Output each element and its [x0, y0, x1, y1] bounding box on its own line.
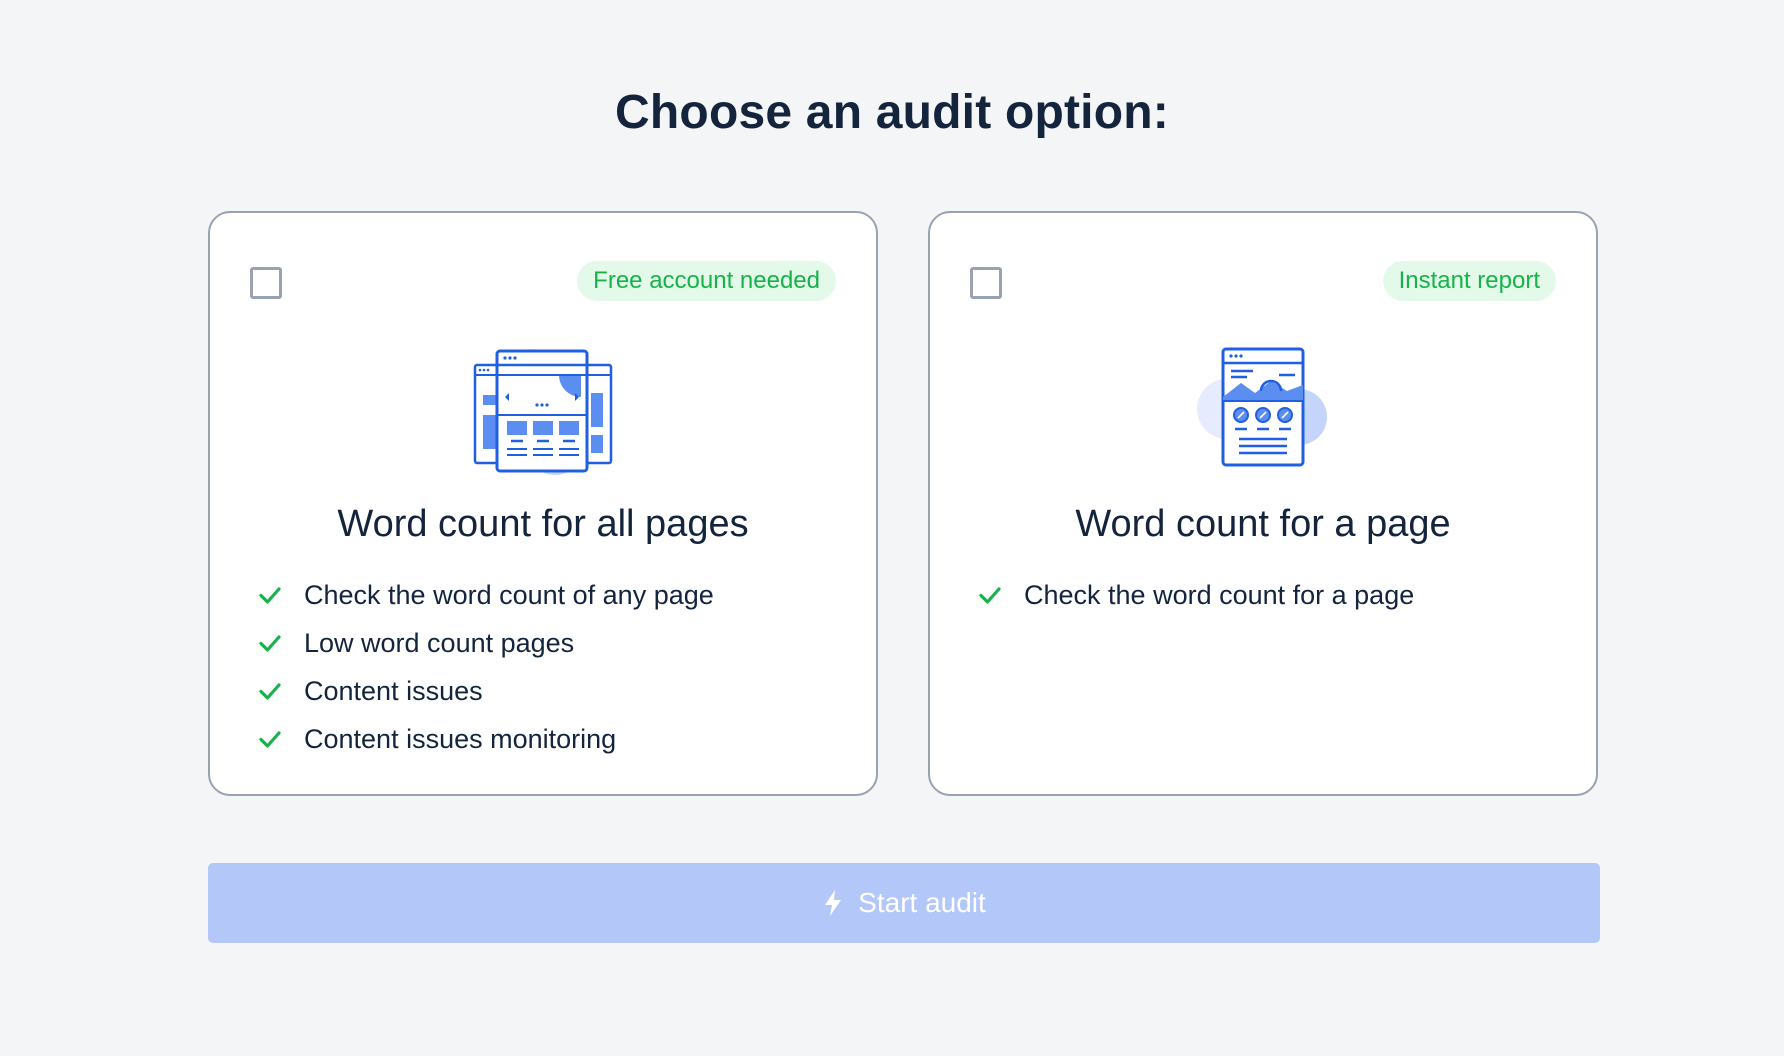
single-page-icon	[1197, 347, 1327, 467]
checkmark-icon	[259, 587, 281, 604]
badge-instant-report: Instant report	[1382, 261, 1556, 301]
feature-label: Check the word count for a page	[1024, 579, 1415, 610]
feature-label: Check the word count of any page	[304, 579, 714, 610]
checkmark-icon	[259, 731, 281, 748]
feature-list: Check the word count of any page Low wor…	[258, 571, 714, 763]
page-title: Choose an audit option:	[615, 86, 1169, 139]
option-title: Word count for a page	[1075, 503, 1451, 545]
feature-list: Check the word count for a page	[978, 571, 1414, 619]
feature-item: Content issues	[258, 667, 714, 715]
badge-free-account: Free account needed	[577, 261, 836, 301]
feature-item: Check the word count for a page	[978, 571, 1414, 619]
option-checkbox[interactable]	[970, 267, 1002, 299]
audit-option-single-page[interactable]: Instant report Word count for a page Che…	[928, 211, 1598, 796]
feature-item: Check the word count of any page	[258, 571, 714, 619]
feature-item: Low word count pages	[258, 619, 714, 667]
start-audit-button[interactable]: Start audit	[208, 863, 1600, 943]
feature-label: Low word count pages	[304, 627, 575, 658]
feature-item: Content issues monitoring	[258, 715, 714, 763]
feature-label: Content issues	[304, 675, 483, 706]
option-title: Word count for all pages	[337, 503, 749, 545]
start-audit-label: Start audit	[858, 887, 986, 918]
option-checkbox[interactable]	[250, 267, 282, 299]
checkmark-icon	[259, 683, 281, 700]
checkmark-icon	[979, 587, 1001, 604]
audit-option-all-pages[interactable]: Free account needed Word count for all p…	[208, 211, 878, 796]
lightning-icon	[825, 890, 842, 916]
checkmark-icon	[259, 635, 281, 652]
multi-page-icon	[473, 349, 613, 475]
feature-label: Content issues monitoring	[304, 723, 617, 754]
